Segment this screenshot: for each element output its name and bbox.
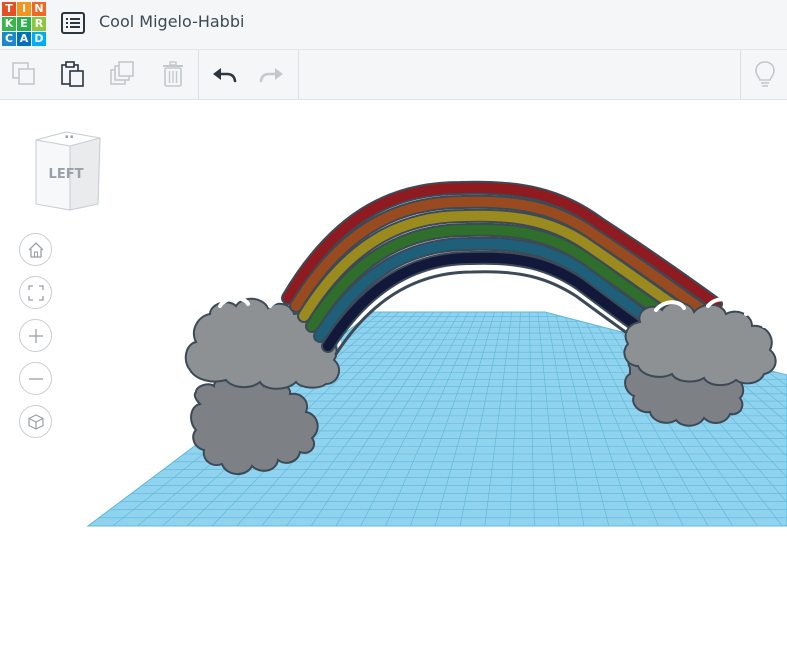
zoom-in-button[interactable] bbox=[19, 319, 52, 352]
undo-arrow-icon[interactable] bbox=[210, 60, 238, 88]
logo-letter: T bbox=[2, 2, 16, 16]
toolbar-divider bbox=[198, 50, 199, 99]
logo-letter: N bbox=[32, 2, 46, 16]
minus-icon bbox=[29, 378, 43, 380]
fit-all-button[interactable] bbox=[19, 276, 52, 309]
3d-scene[interactable] bbox=[0, 100, 787, 656]
lightbulb-icon[interactable] bbox=[751, 60, 779, 88]
copy-icon[interactable] bbox=[10, 60, 38, 88]
plus-icon bbox=[29, 329, 43, 343]
redo-arrow-icon[interactable] bbox=[258, 60, 286, 88]
design-title[interactable]: Cool Migelo-Habbi bbox=[99, 12, 244, 31]
logo-letter: E bbox=[17, 17, 31, 31]
toolbar-divider bbox=[298, 50, 299, 99]
trash-icon[interactable] bbox=[159, 60, 187, 88]
logo-letter: C bbox=[2, 32, 16, 46]
paste-icon[interactable] bbox=[59, 60, 87, 88]
cube-icon bbox=[28, 414, 44, 430]
view-cube-face-label: LEFT bbox=[48, 167, 84, 182]
logo-letter: R bbox=[32, 17, 46, 31]
logo-letter: K bbox=[2, 17, 16, 31]
home-view-button[interactable] bbox=[19, 233, 52, 266]
home-icon bbox=[28, 242, 44, 258]
ortho-view-button[interactable] bbox=[19, 405, 52, 438]
toolbar-divider bbox=[740, 50, 741, 99]
zoom-out-button[interactable] bbox=[19, 362, 52, 395]
duplicate-icon[interactable] bbox=[109, 60, 137, 88]
logo-letter: D bbox=[32, 32, 46, 46]
view-cube[interactable]: ▪ ▪ LEFT bbox=[30, 130, 104, 212]
top-bar: T I N K E R C A D Cool Migelo-Habbi bbox=[0, 0, 787, 50]
fit-view-icon bbox=[28, 285, 44, 301]
edit-toolbar bbox=[0, 50, 787, 100]
logo-letter: A bbox=[17, 32, 31, 46]
workplane-viewport[interactable]: ▪ ▪ LEFT bbox=[0, 100, 787, 656]
design-list-icon[interactable] bbox=[61, 12, 85, 34]
logo-letter: I bbox=[17, 2, 31, 16]
svg-text:▪ ▪: ▪ ▪ bbox=[65, 134, 73, 140]
tinkercad-logo[interactable]: T I N K E R C A D bbox=[1, 1, 46, 46]
